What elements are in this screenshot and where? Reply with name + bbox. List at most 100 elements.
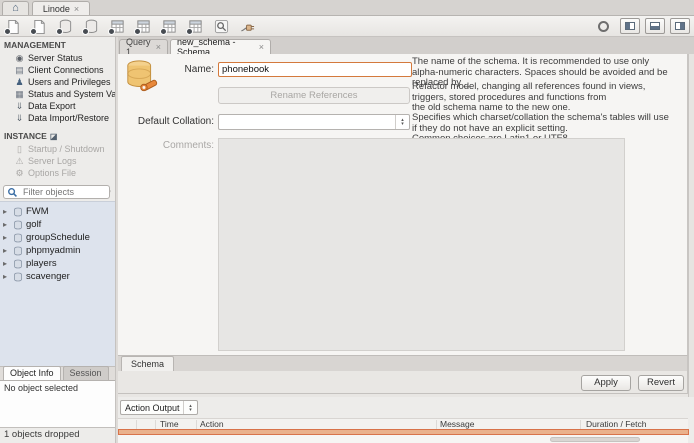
sidebar-item-system-variables[interactable]: ▦Status and System Variables: [0, 88, 115, 100]
schema-icon: [13, 259, 23, 269]
create-procedure-icon[interactable]: [160, 18, 179, 35]
schema-filter-box[interactable]: [3, 185, 110, 199]
schema-icon: [13, 220, 23, 230]
monitor-icon: ▤: [14, 65, 25, 76]
expander-icon[interactable]: ▸: [3, 246, 10, 255]
expander-icon[interactable]: ▸: [3, 233, 10, 242]
reconnect-dbms-icon[interactable]: [238, 18, 257, 35]
object-info-text: No object selected: [4, 383, 78, 393]
home-tab[interactable]: ⌂: [2, 1, 29, 15]
rename-help-text: Refactor model, changing all references …: [412, 82, 678, 114]
home-icon: ⌂: [12, 2, 19, 14]
schema-editor: Name: The name of the schema. It is reco…: [118, 54, 688, 355]
main-toolbar: [0, 16, 694, 37]
connection-status-icon: [598, 21, 609, 32]
column-header-message[interactable]: Message: [440, 419, 475, 429]
output-selector[interactable]: Action Output ▴▾: [120, 400, 198, 415]
connection-tab-label: Linode: [43, 4, 70, 14]
toolbar-right-controls: [598, 18, 690, 34]
status-bar-text: 1 objects dropped: [4, 429, 80, 440]
search-data-icon[interactable]: [212, 18, 231, 35]
object-info-panel: No object selected: [0, 380, 115, 428]
expander-icon[interactable]: ▸: [3, 207, 10, 216]
right-edge-strip: [688, 54, 694, 443]
navigator-sidebar: MANAGEMENT ◉Server Status ▤Client Connec…: [0, 37, 115, 443]
connection-tab-linode[interactable]: Linode ×: [32, 1, 90, 15]
export-icon: ⇓: [14, 101, 25, 112]
expander-icon[interactable]: ▸: [3, 220, 10, 229]
collation-select[interactable]: ▴▾: [218, 114, 410, 130]
schema-item-scavenger[interactable]: ▸scavenger: [0, 270, 115, 283]
grid-icon: ▦: [14, 89, 25, 100]
instance-badge-icon: ◪: [50, 132, 58, 141]
spinner-icon: ▴▾: [183, 401, 197, 414]
schema-item-players[interactable]: ▸players: [0, 257, 115, 270]
schema-icon: [13, 272, 23, 282]
schema-filter-input[interactable]: [21, 186, 105, 198]
editor-button-row: Apply Revert: [118, 371, 688, 394]
apply-button[interactable]: Apply: [581, 375, 631, 391]
revert-button[interactable]: Revert: [638, 375, 684, 391]
horizontal-scrollbar[interactable]: [550, 437, 640, 442]
sidebar-item-startup-shutdown[interactable]: ▯Startup / Shutdown: [0, 143, 115, 155]
open-sql-script-icon[interactable]: [30, 18, 49, 35]
toggle-bottom-panel-button[interactable]: [645, 18, 665, 34]
sidebar-item-data-export[interactable]: ⇓Data Export: [0, 100, 115, 112]
tab-new-schema[interactable]: new_schema - Schema×: [170, 39, 271, 54]
connection-info-icon[interactable]: [56, 18, 75, 35]
main-area: Query 1× new_schema - Schema× Name: The …: [118, 37, 694, 443]
close-icon[interactable]: ×: [259, 42, 264, 52]
rename-references-button[interactable]: Rename References: [218, 87, 410, 104]
schema-item-golf[interactable]: ▸golf: [0, 218, 115, 231]
sidebar-item-server-logs[interactable]: ⚠Server Logs: [0, 155, 115, 167]
name-label: Name:: [138, 64, 214, 75]
spinner-icon: ▴▾: [395, 115, 409, 129]
schema-icon: [13, 246, 23, 256]
schema-name-input[interactable]: [218, 62, 412, 77]
management-section-header: MANAGEMENT: [0, 37, 115, 52]
close-icon[interactable]: ×: [156, 42, 161, 52]
sidebar-item-users-privileges[interactable]: ♟Users and Privileges: [0, 76, 115, 88]
column-header-action[interactable]: Action: [200, 419, 224, 429]
action-output-panel: Action Output ▴▾ Time Action Message Dur…: [118, 397, 694, 443]
collation-label: Default Collation:: [128, 116, 214, 127]
import-icon: ⇓: [14, 113, 25, 124]
toggle-left-panel-button[interactable]: [620, 18, 640, 34]
sidebar-item-server-status[interactable]: ◉Server Status: [0, 52, 115, 64]
column-header-time[interactable]: Time: [160, 419, 179, 429]
schema-icon: [13, 207, 23, 217]
tab-object-info[interactable]: Object Info: [3, 366, 61, 380]
comments-textarea[interactable]: [218, 138, 625, 351]
schema-list: ▸FWM ▸golf ▸groupSchedule ▸phpmyadmin ▸p…: [0, 201, 115, 366]
window-tab-bar: ⌂ Linode ×: [0, 0, 694, 16]
tab-query-1[interactable]: Query 1×: [119, 39, 168, 54]
create-view-icon[interactable]: [134, 18, 153, 35]
create-table-icon[interactable]: [108, 18, 127, 35]
editor-tab-bar: Query 1× new_schema - Schema×: [118, 37, 694, 55]
warning-icon: ⚠: [14, 156, 25, 167]
instance-section-header: INSTANCE◪: [0, 128, 115, 143]
new-sql-tab-icon[interactable]: [4, 18, 23, 35]
create-schema-icon[interactable]: [82, 18, 101, 35]
output-table-body: [118, 435, 688, 443]
schema-item-phpmyadmin[interactable]: ▸phpmyadmin: [0, 244, 115, 257]
tab-session[interactable]: Session: [63, 366, 109, 380]
mysql-workbench-window: ⌂ Linode × MANAGEMENT ◉Server Status ▤Cl…: [0, 0, 694, 443]
comments-label: Comments:: [138, 140, 214, 151]
create-function-icon[interactable]: [186, 18, 205, 35]
close-icon[interactable]: ×: [74, 4, 79, 14]
editor-bottom-tab-bar: Schema: [118, 355, 688, 371]
schema-item-fwm[interactable]: ▸FWM: [0, 205, 115, 218]
expander-icon[interactable]: ▸: [3, 259, 10, 268]
sidebar-item-client-connections[interactable]: ▤Client Connections: [0, 64, 115, 76]
tab-schema[interactable]: Schema: [121, 356, 174, 371]
expander-icon[interactable]: ▸: [3, 272, 10, 281]
search-icon: [7, 187, 18, 198]
sidebar-item-options-file[interactable]: ⚙Options File: [0, 167, 115, 179]
gauge-icon: ◉: [14, 53, 25, 64]
info-tab-bar: Object Info Session: [0, 366, 115, 380]
sidebar-item-data-import[interactable]: ⇓Data Import/Restore: [0, 112, 115, 124]
toggle-right-panel-button[interactable]: [670, 18, 690, 34]
column-header-duration[interactable]: Duration / Fetch: [586, 419, 646, 429]
schema-item-groupschedule[interactable]: ▸groupSchedule: [0, 231, 115, 244]
